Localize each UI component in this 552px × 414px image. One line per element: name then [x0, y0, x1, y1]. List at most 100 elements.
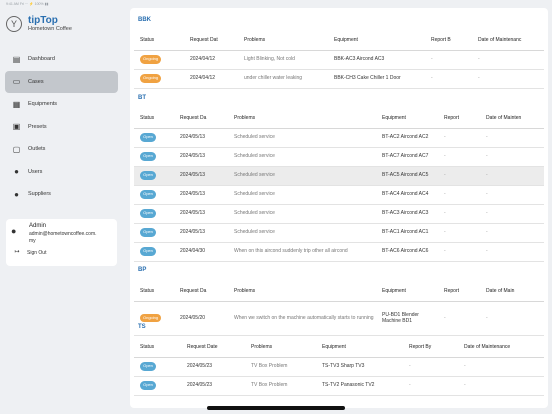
column-header[interactable]: Equipment: [376, 282, 438, 302]
section-title: BP: [138, 267, 147, 273]
column-header[interactable]: Status: [134, 282, 174, 302]
problems-cell: Scheduled service: [228, 147, 376, 167]
column-header[interactable]: Request Date: [181, 338, 245, 358]
column-header[interactable]: Problems: [238, 31, 328, 51]
sidebar-item-label: Outlets: [28, 146, 46, 153]
column-header[interactable]: Request Da: [174, 109, 228, 129]
column-header[interactable]: Date of Maintenanc: [472, 31, 544, 51]
brand-subtitle: Hometown Coffee: [28, 26, 72, 32]
status-badge: Open: [140, 133, 156, 142]
report-by-cell: -: [438, 223, 480, 243]
sidebar-item-label: Presets: [28, 123, 47, 130]
status-badge: Open: [140, 362, 156, 371]
equipment-cell: BT-AC4 Aircond AC4: [376, 185, 438, 205]
column-header[interactable]: Report By: [403, 338, 458, 358]
brand-name: tipTop: [28, 15, 58, 26]
status-badge: Ongoing: [140, 74, 162, 83]
table-row[interactable]: Open 2024/05/13 Scheduled service BT-AC2 Ai…: [134, 128, 544, 148]
sidebar-item-cases[interactable]: ▭ Cases: [5, 70, 118, 93]
column-header[interactable]: Report B: [425, 31, 472, 51]
sidebar-item-label: Dashboard: [28, 56, 55, 63]
equipment-cell: BBK-AC3 Aircond AC3: [328, 50, 425, 70]
sign-out-label: Sign Out: [27, 249, 47, 256]
table-row[interactable]: Ongoing 2024/04/12 Light Blinking, Not col…: [134, 50, 544, 70]
column-header[interactable]: Problems: [245, 338, 316, 358]
sidebar-nav: ▤ Dashboard ▭ Cases ▦ Equipments ▣ Presets ▢ Outl…: [5, 48, 118, 206]
table-row[interactable]: Open 2024/05/13 Scheduled service BT-AC1 Ai…: [134, 223, 544, 243]
table-row[interactable]: Open 2024/05/13 Scheduled service BT-AC5 Ai…: [134, 166, 544, 186]
table-row[interactable]: Open 2024/05/13 Scheduled service BT-AC3 Ai…: [134, 204, 544, 224]
report-by-cell: -: [438, 185, 480, 205]
table-row[interactable]: Open 2024/05/13 Scheduled service BT-AC4 Ai…: [134, 185, 544, 205]
status-cell: Ongoing: [134, 50, 184, 70]
report-by-cell: -: [403, 376, 458, 396]
date-cell: 2024/05/23: [181, 357, 245, 377]
cases-panel: BBK Status Request Dat Problems Equipment Rep…: [130, 8, 548, 408]
column-header[interactable]: Equipment: [328, 31, 425, 51]
sidebar-item-dashboard[interactable]: ▤ Dashboard: [5, 48, 118, 71]
maintenance-date-cell: -: [458, 376, 544, 396]
equipment-cell: BT-AC7 Aircond AC7: [376, 147, 438, 167]
column-header[interactable]: Report: [438, 109, 480, 129]
table-row[interactable]: Open 2024/05/23 TV Box Problem TS-TV3 Sharp…: [134, 357, 544, 377]
sidebar-item-users[interactable]: ● Users: [5, 161, 118, 184]
sidebar-item-outlets[interactable]: ▢ Outlets: [5, 138, 118, 161]
report-by-cell: -: [438, 301, 480, 336]
sidebar-item-label: Equipments: [28, 101, 58, 108]
column-header[interactable]: Equipment: [316, 338, 403, 358]
maintenance-date-cell: -: [480, 223, 544, 243]
sidebar-item-presets[interactable]: ▣ Presets: [5, 116, 118, 139]
column-header[interactable]: Status: [134, 31, 184, 51]
column-header[interactable]: Date of Main: [480, 282, 544, 302]
column-header[interactable]: Date of Mainten: [480, 109, 544, 129]
status-bar: 9:41 AM Fri ··· ⚡ 100% ▮▮: [6, 2, 49, 6]
equipment-cell: BT-AC1 Aircond AC1: [376, 223, 438, 243]
column-header[interactable]: Problems: [228, 282, 376, 302]
sign-out-button[interactable]: ↦ Sign Out: [11, 248, 112, 257]
user-avatar-icon: ●: [11, 226, 17, 236]
column-header[interactable]: Request Dat: [184, 31, 238, 51]
column-header[interactable]: Request Da: [174, 282, 228, 302]
user-email: admin@hometowncoffee.com.my: [29, 231, 97, 244]
report-by-cell: -: [438, 147, 480, 167]
column-header[interactable]: Problems: [228, 109, 376, 129]
column-header[interactable]: Status: [134, 109, 174, 129]
table-row[interactable]: Ongoing 2024/04/12 under chiller water lea…: [134, 69, 544, 89]
maintenance-date-cell: -: [480, 204, 544, 224]
date-cell: 2024/05/13: [174, 147, 228, 167]
problems-cell: TV Box Problem: [245, 376, 316, 396]
presets-icon: ▣: [12, 122, 21, 132]
problems-cell: Scheduled service: [228, 185, 376, 205]
section-title: BT: [138, 95, 146, 101]
table-row[interactable]: Ongoing 2024/05/20 When we switch on the m…: [134, 301, 544, 336]
status-badge: Ongoing: [140, 313, 162, 323]
dashboard-icon: ▤: [12, 54, 21, 64]
problems-cell: Light Blinking, Not cold: [238, 50, 328, 70]
column-header[interactable]: Report: [438, 282, 480, 302]
column-header[interactable]: Status: [134, 338, 181, 358]
column-header[interactable]: Equipment: [376, 109, 438, 129]
maintenance-date-cell: -: [458, 357, 544, 377]
equipment-cell: BT-AC2 Aircond AC2: [376, 128, 438, 148]
maintenance-date-cell: -: [480, 301, 544, 336]
sidebar-item-suppliers[interactable]: ● Suppliers: [5, 183, 118, 206]
report-by-cell: -: [425, 69, 472, 89]
table-row[interactable]: Open 2024/05/13 Scheduled service BT-AC7 Ai…: [134, 147, 544, 167]
table-row[interactable]: Open 2024/04/30 When on this aircond sudde…: [134, 242, 544, 262]
problems-cell: under chiller water leaking: [238, 69, 328, 89]
date-cell: 2024/05/13: [174, 223, 228, 243]
maintenance-date-cell: -: [472, 69, 544, 89]
brand: Y tipTop Hometown Coffee: [6, 16, 72, 33]
table-row[interactable]: Open 2024/05/23 TV Box Problem TS-TV2 Panas…: [134, 376, 544, 396]
sidebar: Y tipTop Hometown Coffee ▤ Dashboard ▭ Case…: [0, 8, 126, 414]
column-header[interactable]: Date of Maintenance: [458, 338, 544, 358]
sidebar-item-equipments[interactable]: ▦ Equipments: [5, 93, 118, 116]
status-cell: Ongoing: [134, 69, 184, 89]
problems-cell: Scheduled service: [228, 223, 376, 243]
date-cell: 2024/05/13: [174, 204, 228, 224]
date-cell: 2024/05/23: [181, 376, 245, 396]
report-by-cell: -: [438, 242, 480, 262]
home-indicator[interactable]: [207, 406, 345, 410]
report-by-cell: -: [438, 166, 480, 186]
problems-cell: TV Box Problem: [245, 357, 316, 377]
